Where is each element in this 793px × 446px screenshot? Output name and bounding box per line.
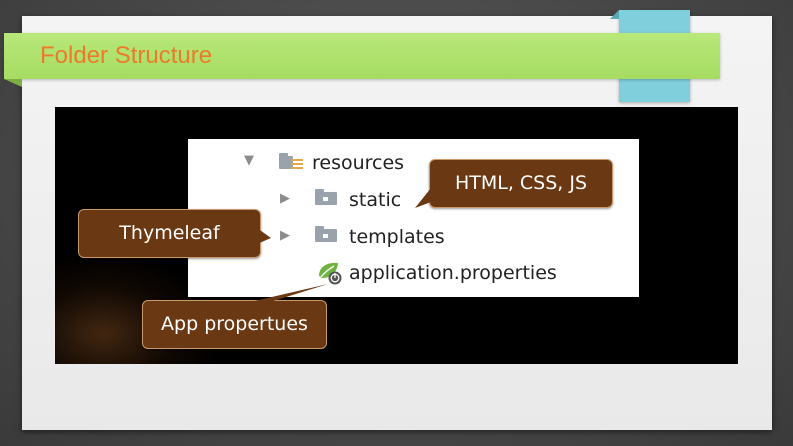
resources-folder-icon xyxy=(279,153,303,169)
accent-tab-fold xyxy=(610,10,619,19)
title-band-fold xyxy=(4,79,22,87)
tree-item-application-properties[interactable]: application.properties xyxy=(349,262,557,284)
collapse-arrow-icon[interactable]: ▼ xyxy=(244,153,254,168)
folder-icon xyxy=(315,189,337,205)
callout-templates-note: Thymeleaf xyxy=(78,209,261,258)
expand-arrow-icon[interactable]: ▶ xyxy=(280,191,290,206)
tree-item-templates[interactable]: templates xyxy=(349,226,445,248)
slide-title: Folder Structure xyxy=(40,42,213,69)
callout-static-note: HTML, CSS, JS xyxy=(429,159,613,208)
tree-item-resources[interactable]: resources xyxy=(312,152,404,174)
callout-pointer xyxy=(250,284,328,302)
callout-pointer xyxy=(257,228,271,244)
tree-item-static[interactable]: static xyxy=(349,189,401,211)
callout-properties-note: App propertues xyxy=(142,300,327,349)
expand-arrow-icon[interactable]: ▶ xyxy=(280,228,290,243)
callout-pointer xyxy=(415,188,431,208)
folder-icon xyxy=(315,226,337,242)
